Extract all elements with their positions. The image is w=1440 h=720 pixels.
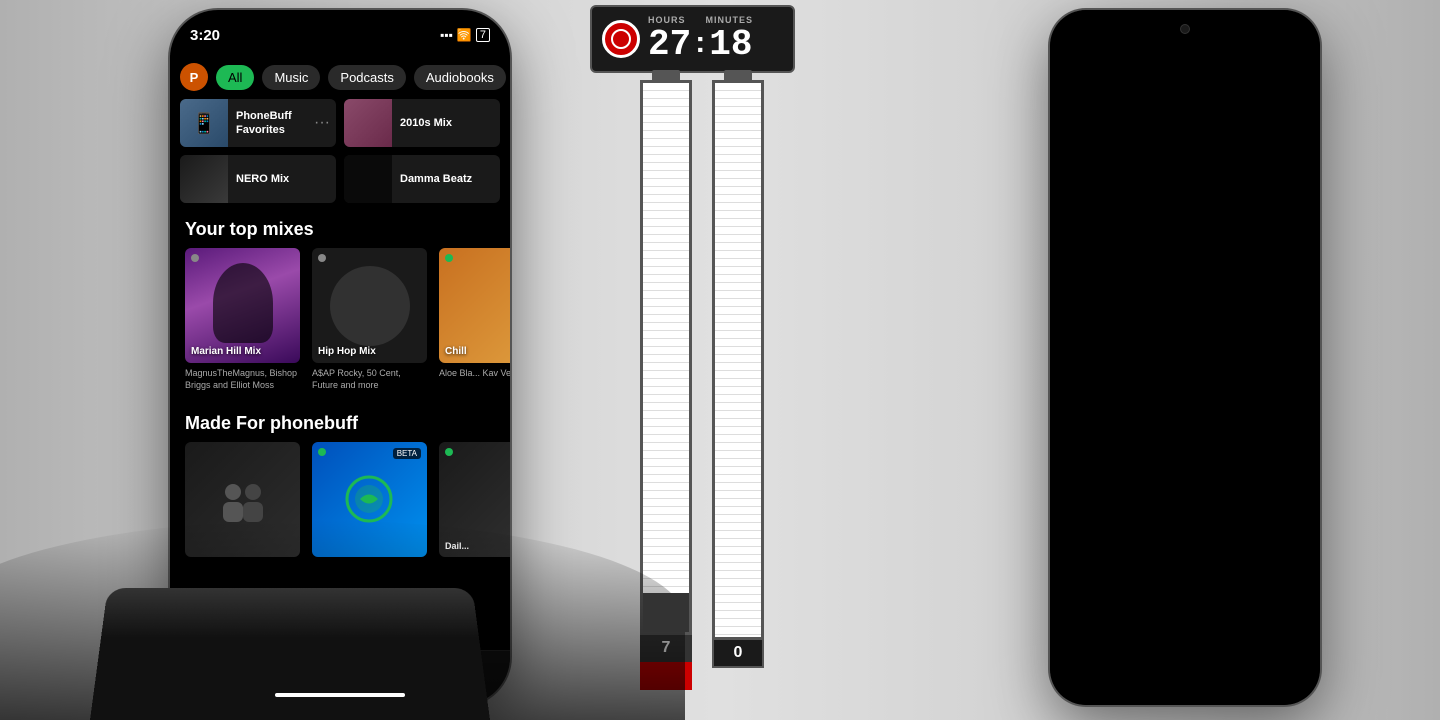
battery-body-left [640,80,692,635]
battery-body-right [712,80,764,640]
battery-tip-right [724,70,752,80]
mix-thumb-marian: Marian Hill Mix [185,248,300,363]
samsung-frame [1050,10,1320,705]
top-mixes-row: Marian Hill Mix MagnusTheMagnus, Bishop … [170,248,510,391]
mix-artists: MagnusTheMagnus, Bishop Briggs and Ellio… [185,368,300,391]
mix-thumb-chill: Chill [439,248,510,363]
list-item[interactable]: Damma Beatz [344,155,500,203]
battery-iphone: 7 [640,70,692,690]
list-item[interactable]: NERO Mix [180,155,336,203]
timer-widget: HOURS MINUTES 27 : 18 [590,5,795,73]
more-dots-icon[interactable]: ··· [314,114,336,132]
mix-thumb-hiphop: Hip Hop Mix [312,248,427,363]
battery-fill-left [643,593,689,631]
battery-samsung: 0 [712,70,764,690]
spotify-ai-icon [342,472,397,527]
filter-audiobooks[interactable]: Audiobooks [414,65,506,90]
spotify-dot [318,448,326,456]
list-item[interactable]: 📱 PhoneBuff Favorites ··· [180,99,336,147]
equipment-body [90,588,490,720]
timer-minutes: 18 [709,27,752,63]
battery-columns: 7 0 [640,70,764,690]
thumb-nero [180,155,228,203]
battery-icon: 7 [476,28,490,42]
mix-dot-gray [191,254,199,262]
recently-title: 2010s Mix [400,116,500,130]
timer-inner-icon [611,29,631,49]
spotify-dot-2 [445,448,453,456]
battery-lines-left [643,83,689,632]
thumb-damma [344,155,392,203]
battery-tip-left [652,70,680,80]
samsung-screen [1050,10,1320,705]
mix-label: Marian Hill Mix [191,346,294,357]
made-for-heading: Made For phonebuff [170,405,510,442]
top-mixes-heading: Your top mixes [170,211,510,248]
list-item[interactable]: 2010s Mix [344,99,500,147]
signal-icon: ▪▪▪ [440,28,453,42]
filter-podcasts[interactable]: Podcasts [328,65,405,90]
recently-title: NERO Mix [236,172,336,186]
samsung-camera-dot [1180,24,1190,34]
mix-card-hiphop[interactable]: Hip Hop Mix A$AP Rocky, 50 Cent, Future … [312,248,427,391]
timer-display: HOURS MINUTES 27 : 18 [648,15,783,63]
status-time: 3:20 [190,27,220,44]
mix-label: Hip Hop Mix [318,346,421,357]
timer-icon [602,20,640,58]
mix-card-chill[interactable]: Chill Aloe Bla... Kav Verh... [439,248,510,391]
mix-label: Chill [445,346,510,357]
battery-label-right: 0 [712,640,764,668]
mix-artists: A$AP Rocky, 50 Cent, Future and more [312,368,427,391]
beta-badge: BETA [393,448,421,459]
mix-card-marian[interactable]: Marian Hill Mix MagnusTheMagnus, Bishop … [185,248,300,391]
timer-colon: : [695,28,705,58]
mix-artists: Aloe Bla... Kav Verh... [439,368,510,380]
status-icons: ▪▪▪ 🛜 7 [440,28,490,42]
thumb-2010s [344,99,392,147]
timer-digits: 27 : 18 [648,27,752,63]
mix-dot-gray2 [318,254,326,262]
status-bar: 3:20 ▪▪▪ 🛜 7 [190,20,490,50]
wifi-icon: 🛜 [457,28,472,42]
filter-music[interactable]: Music [262,65,320,90]
mix-dot-green [445,254,453,262]
recently-played-grid: 📱 PhoneBuff Favorites ··· 2010s Mix [170,99,510,203]
filter-all[interactable]: All [216,65,254,90]
recently-title: PhoneBuff Favorites [236,109,306,138]
home-indicator [275,693,405,697]
battery-lines-right [715,83,761,637]
timer-hours: 27 [648,27,691,63]
recently-title: Damma Beatz [400,172,500,186]
thumb-phonebuff: 📱 [180,99,228,147]
user-avatar[interactable]: P [180,63,208,91]
filter-bar: P All Music Podcasts Audiobooks [170,55,510,99]
